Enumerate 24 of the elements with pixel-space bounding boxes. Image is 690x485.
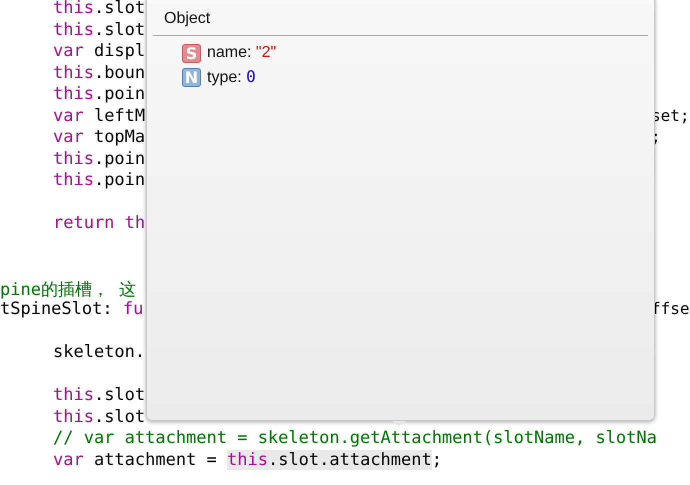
type-badge: S (182, 44, 201, 62)
code-line: var topMa (53, 127, 146, 148)
code-line: this.slot (53, 406, 146, 428)
code-line: this.slot (53, 20, 146, 41)
code-comment: pine的插槽， 这 (0, 278, 136, 300)
code-line: tSpineSlot: fu (0, 299, 144, 320)
code-line: return th (53, 213, 146, 234)
code-line: ffse (651, 299, 690, 320)
popover-title: Object (164, 9, 210, 28)
property-entry: name: "2" (207, 44, 276, 62)
code-line: this.slot (53, 0, 146, 20)
popover-pointer-icon (392, 421, 406, 426)
code-line: this.poin (53, 170, 146, 192)
code-line: skeleton. (53, 342, 146, 364)
code-line: var attachment = this.slot.attachment; (53, 450, 442, 470)
code-comment: // var attachment = skeleton.getAttachment(slotName, slotNa (53, 428, 657, 448)
code-line: this.poin (53, 148, 146, 170)
code-line: var leftM (53, 106, 146, 127)
code-line: var displ (53, 41, 146, 62)
code-line: this.boun (53, 62, 146, 84)
type-badge: N (182, 68, 201, 86)
code-line: this.poin (53, 84, 146, 106)
code-line: this.slot (53, 385, 146, 406)
property-entry: type: 0 (207, 67, 256, 87)
